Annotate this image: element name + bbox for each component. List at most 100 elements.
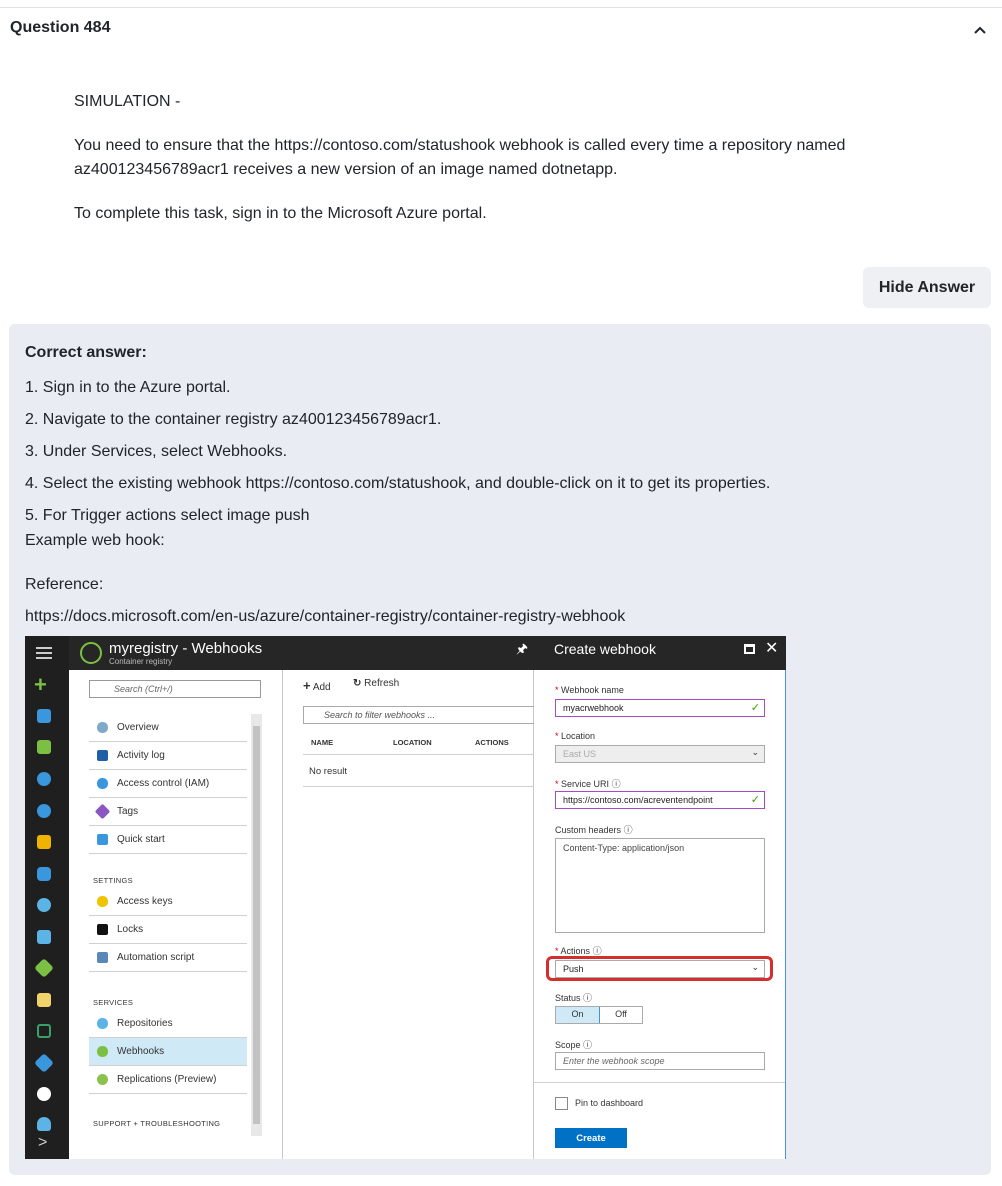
cloud-icon: [37, 1117, 51, 1131]
service-uri-label-text: Service URI: [561, 779, 610, 789]
globe-icon: [37, 804, 51, 818]
menu-item-repositories: Repositories: [89, 1010, 247, 1038]
status-on-option: On: [556, 1007, 600, 1023]
menu-item-activity-log: Activity log: [89, 742, 247, 770]
info-icon: ⓘ: [623, 825, 633, 835]
menu-item-label: Locks: [117, 924, 144, 935]
maximize-icon: [744, 644, 755, 654]
pin-to-dashboard-label: Pin to dashboard: [575, 1098, 644, 1108]
menu-scrollbar: [251, 714, 262, 1136]
chevron-up-icon[interactable]: [972, 24, 988, 36]
divider: [534, 1082, 785, 1083]
location-label: * Location: [555, 731, 596, 741]
create-button: Create: [555, 1128, 627, 1148]
globe-icon: [97, 1074, 108, 1085]
question-paragraph: To complete this task, sign in to the Mi…: [74, 205, 487, 222]
answer-panel: Correct answer: 1. Sign in to the Azure …: [9, 324, 991, 1175]
menu-item-label: Access keys: [117, 896, 173, 907]
pin-icon: 🖈: [516, 641, 529, 656]
menu-item-replications: Replications (Preview): [89, 1066, 247, 1094]
webhook-icon: [97, 1046, 108, 1057]
menu-item-label: Tags: [117, 806, 139, 817]
create-webhook-form: * Webhook name myacrwebhook ✓ * Location …: [534, 670, 786, 1159]
refresh-toolbar-item: ↻ Refresh: [353, 678, 399, 689]
dashboard-icon: [37, 709, 51, 723]
bolt-icon: [37, 835, 51, 849]
registry-blade-header: myregistry - Webhooks Container registry…: [69, 636, 572, 670]
menu-item-label: Automation script: [117, 952, 195, 963]
settings-header: SETTINGS: [93, 876, 133, 885]
custom-headers-label-text: Custom headers: [555, 825, 622, 835]
info-icon: ⓘ: [592, 946, 602, 956]
azure-screenshot: + > myregistry - Webhooks Container regi…: [25, 636, 786, 1159]
info-icon: ⓘ: [611, 779, 621, 789]
status-off-option: Off: [615, 1009, 627, 1019]
add-toolbar-item: + Add: [303, 678, 331, 693]
menu-item-automation-script: Automation script: [89, 944, 247, 972]
grid-icon: [37, 740, 51, 754]
info-icon: ⓘ: [583, 1040, 593, 1050]
cube-icon: [37, 772, 51, 786]
menu-item-quick-start: Quick start: [89, 826, 247, 854]
hamburger-icon: [36, 647, 52, 659]
actions-label-text: Actions: [560, 946, 591, 956]
answer-step: 2. Navigate to the container registry az…: [25, 411, 442, 428]
service-uri-field: https://contoso.com/acreventendpoint ✓: [555, 791, 765, 809]
webhook-name-label-text: Webhook name: [561, 685, 624, 695]
service-uri-value: https://contoso.com/acreventendpoint: [563, 795, 713, 805]
answer-step: 4. Select the existing webhook https://c…: [25, 475, 771, 492]
hide-answer-button[interactable]: Hide Answer: [863, 267, 991, 308]
scope-field: Enter the webhook scope: [555, 1052, 765, 1070]
lock-icon: [97, 924, 108, 935]
menu-item-iam: Access control (IAM): [89, 770, 247, 798]
info-icon: ⓘ: [583, 993, 593, 1003]
answer-step: 3. Under Services, select Webhooks.: [25, 443, 288, 460]
custom-headers-label: Custom headers ⓘ: [555, 823, 633, 836]
chevron-right-icon: >: [38, 1134, 48, 1151]
menu-item-label: Repositories: [117, 1018, 173, 1029]
webhook-list: + Add ↻ Refresh Search to filter webhook…: [283, 670, 534, 1159]
divider: [303, 786, 534, 787]
question-header[interactable]: Question 484: [0, 8, 1002, 50]
location-value: East US: [563, 749, 597, 759]
database-icon: [37, 867, 51, 881]
azure-nav-rail: + >: [25, 636, 69, 1159]
quickstart-icon: [97, 834, 108, 845]
webhook-name-label: * Webhook name: [555, 685, 624, 695]
question-body: SIMULATION - You need to ensure that the…: [74, 90, 954, 246]
question-title: Question 484: [10, 19, 111, 36]
menu-item-label: Webhooks: [117, 1046, 165, 1057]
webhook-logo-icon: [80, 642, 102, 664]
filter-webhooks-input: Search to filter webhooks ...: [303, 706, 534, 724]
webhook-name-value: myacrwebhook: [563, 703, 624, 713]
card-icon: [37, 993, 51, 1007]
chevron-down-icon: ⌄: [751, 747, 759, 757]
add-label: Add: [312, 682, 331, 693]
status-toggle: On Off: [555, 1006, 643, 1024]
code-icon: [37, 1024, 51, 1038]
scope-label-text: Scope: [555, 1040, 581, 1050]
tag-icon: [94, 803, 111, 820]
status-label: Status ⓘ: [555, 991, 592, 1004]
highlight-annotation: [546, 956, 773, 981]
services-header: SERVICES: [93, 998, 134, 1007]
menu-item-label: Overview: [117, 722, 159, 733]
menu-item-overview: Overview: [89, 714, 247, 742]
menu-item-locks: Locks: [89, 916, 247, 944]
question-paragraph: You need to ensure that the https://cont…: [74, 137, 846, 178]
checkmark-icon: ✓: [750, 794, 760, 806]
clock-icon: [37, 1087, 51, 1101]
custom-headers-textarea: Content-Type: application/json: [555, 838, 765, 933]
registry-menu: Search (Ctrl+/) Overview Activity log Ac…: [69, 670, 283, 1159]
diamond-blue-icon: [34, 1053, 54, 1073]
menu-item-tags: Tags: [89, 798, 247, 826]
registry-blade-title: myregistry - Webhooks: [109, 640, 263, 657]
reference-url: https://docs.microsoft.com/en-us/azure/c…: [25, 608, 626, 625]
scrollbar-thumb: [253, 726, 260, 1124]
answer-step: 1. Sign in to the Azure portal.: [25, 379, 231, 396]
plus-icon: +: [303, 678, 311, 693]
refresh-icon: ↻: [353, 678, 362, 689]
location-label-text: Location: [561, 731, 596, 741]
log-icon: [97, 750, 108, 761]
checkmark-icon: ✓: [750, 702, 760, 714]
